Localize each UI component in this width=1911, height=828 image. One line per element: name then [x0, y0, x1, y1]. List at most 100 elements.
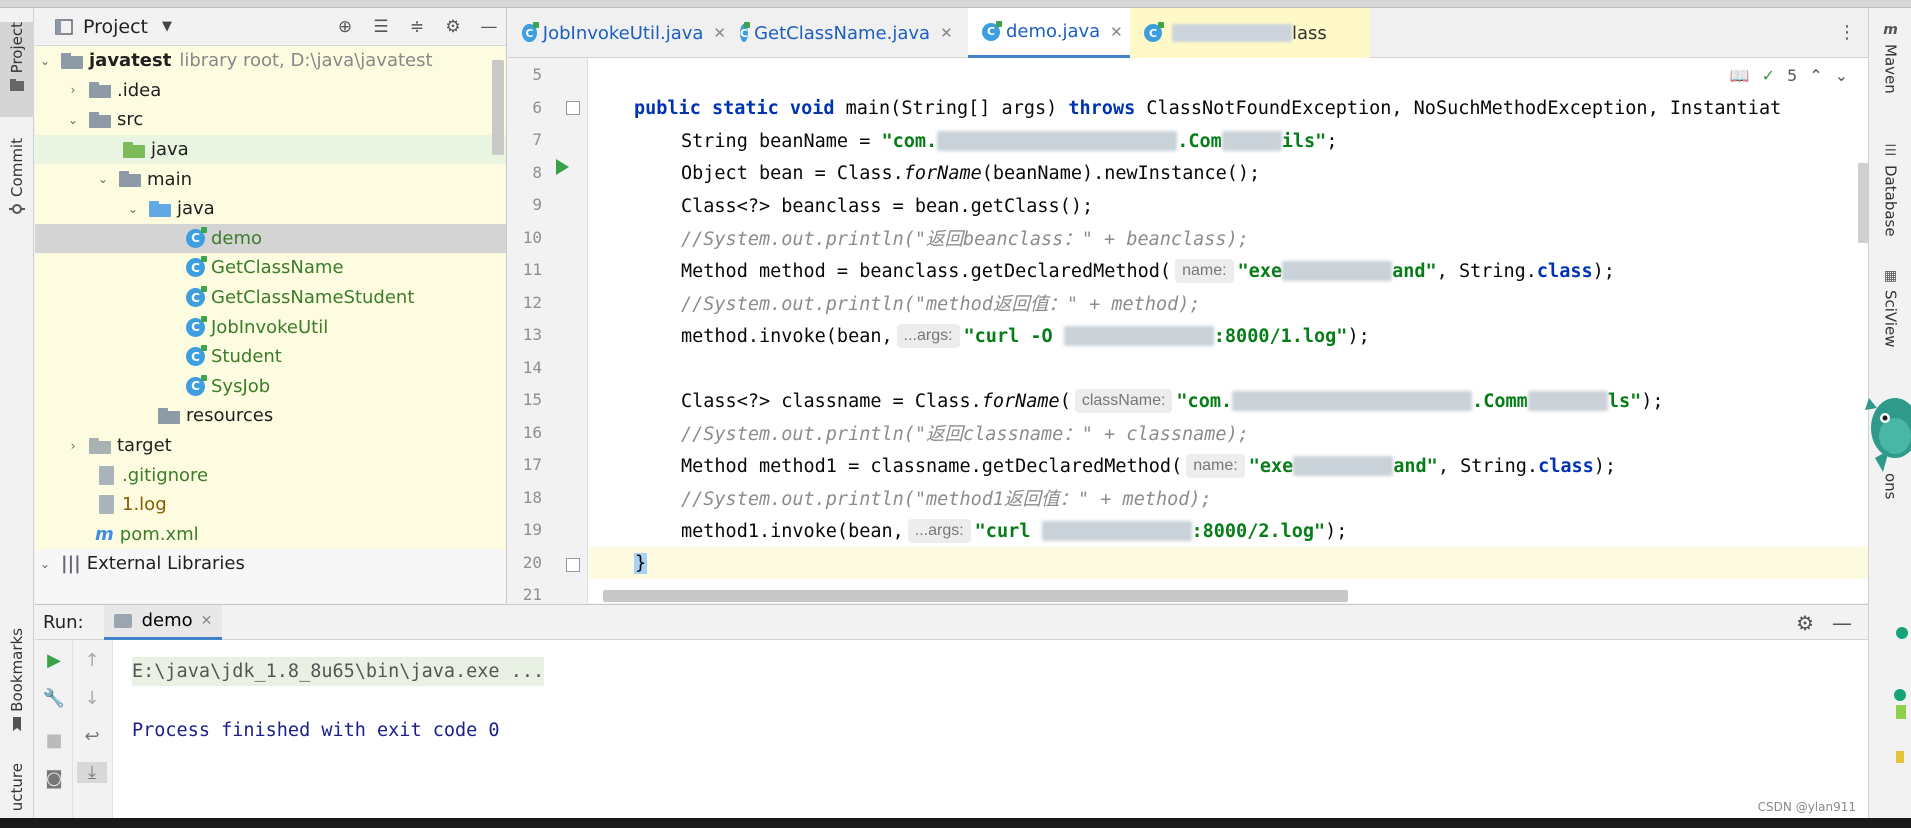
folder-icon [89, 111, 111, 128]
window-bottom-bar [0, 818, 1911, 828]
collapse-all-icon[interactable]: ≑ [406, 16, 428, 38]
tree-label: java [151, 139, 189, 161]
reader-mode-icon[interactable]: 📖 [1730, 66, 1750, 85]
chevron-down-icon[interactable]: ⌄ [37, 54, 53, 68]
tree-row-resources[interactable]: resources [35, 401, 506, 431]
more-icon[interactable]: ⋮ [1838, 22, 1856, 43]
chevron-down-icon[interactable]: ⌄ [1835, 66, 1848, 85]
code-token: ); [1325, 520, 1348, 542]
rerun-icon[interactable]: ▶ [35, 650, 73, 671]
tree-label: GetClassName [211, 257, 344, 279]
database-icon: ☰ [1884, 143, 1897, 159]
tree-row-idea[interactable]: › .idea [35, 75, 506, 106]
tree-row-student[interactable]: C Student [35, 342, 506, 372]
chevron-down-icon[interactable]: ⌄ [95, 172, 111, 186]
tree-row-jobinvokeutil[interactable]: C JobInvokeUtil [35, 312, 506, 342]
soft-wrap-icon[interactable]: ↩ [73, 726, 111, 747]
editor-tabs: C JobInvokeUtil.java ✕ C GetClassName.ja… [508, 8, 1868, 58]
tree-row-java-main[interactable]: ⌄ java [35, 194, 506, 224]
stop-icon[interactable]: ■ [35, 730, 73, 751]
code-editor: C JobInvokeUtil.java ✕ C GetClassName.ja… [508, 8, 1868, 604]
tree-row-java-test[interactable]: java [35, 134, 506, 165]
project-pane-title: Project [83, 15, 149, 38]
tree-row-pomxml[interactable]: m pom.xml [35, 519, 506, 550]
chevron-down-icon[interactable]: ⌄ [65, 113, 81, 127]
scroll-to-end-icon[interactable]: ⤓ [77, 762, 107, 783]
java-class-icon: C [522, 22, 539, 42]
tab-class-file[interactable]: C lass [1130, 8, 1370, 58]
chevron-down-icon[interactable]: ▼ [162, 19, 172, 34]
fold-marker-icon[interactable] [566, 558, 580, 572]
log-file-icon [99, 495, 114, 515]
expand-all-icon[interactable]: ☰ [370, 16, 392, 38]
code-area[interactable]: public static void main(String[] args) t… [589, 58, 1868, 603]
tab-getclassname[interactable]: C GetClassName.java ✕ [726, 8, 953, 58]
minimize-icon[interactable]: — [1832, 611, 1852, 635]
code-token: "exe [1237, 260, 1283, 282]
chevron-right-icon[interactable]: › [65, 83, 81, 97]
code-line-10: //System.out.println("返回beanclass：" + be… [681, 222, 1249, 254]
tree-row-demo[interactable]: C demo [35, 223, 506, 254]
tree-row-getclassnamestudent[interactable]: C GetClassNameStudent [35, 282, 506, 313]
arrow-down-icon[interactable]: ↓ [73, 688, 111, 709]
tree-row-sysjob[interactable]: C SysJob [35, 371, 506, 402]
line-number: 13 [522, 325, 542, 344]
commit-tool-tab[interactable]: Commit [0, 138, 34, 233]
chevron-down-icon[interactable]: ⌄ [37, 557, 53, 571]
tree-row-main[interactable]: ⌄ main [35, 164, 506, 194]
bookmarks-tool-tab[interactable]: Bookmarks [0, 628, 34, 743]
java-class-icon: C [186, 345, 207, 367]
structure-tool-tab[interactable]: ucture [0, 763, 34, 818]
tree-row-external-libraries[interactable]: ⌄ ||| External Libraries [35, 549, 506, 579]
gear-icon[interactable]: ⚙ [1796, 611, 1814, 635]
tab-run-demo[interactable]: demo ✕ [103, 604, 223, 640]
code-token: class [1538, 455, 1594, 477]
close-icon[interactable]: ✕ [940, 24, 953, 42]
sciview-tool-tab[interactable]: ▦ SciView [1869, 268, 1911, 348]
tree-row-target[interactable]: › target [35, 430, 506, 461]
line-number: 9 [532, 195, 542, 214]
param-hint: name: [1175, 259, 1234, 283]
tree-row-src[interactable]: ⌄ src [35, 105, 506, 135]
tree-row-gitignore[interactable]: .gitignore [35, 460, 506, 490]
console-output[interactable]: E:\java\jdk_1.8_8u65\bin\java.exe ... Pr… [114, 640, 1868, 819]
redacted-text [1527, 391, 1608, 411]
line-number: 14 [522, 358, 542, 377]
ide-window: Project Commit Bookmarks ucture Project … [0, 8, 1911, 819]
chevron-up-icon[interactable]: ⌃ [1809, 66, 1822, 85]
window-top-bar [0, 0, 1911, 8]
run-toolbar-primary: ▶ 🔧 ■ ◙ [35, 640, 73, 819]
run-window-header: Run: demo ✕ ⚙ — [35, 604, 1868, 640]
tree-row-1log[interactable]: 1.log [35, 490, 506, 520]
code-token: String beanName = [681, 130, 882, 152]
minimize-icon[interactable]: — [478, 16, 500, 38]
tree-row-getclassname[interactable]: C GetClassName [35, 253, 506, 283]
chevron-right-icon[interactable]: › [65, 439, 81, 453]
gear-icon[interactable]: ⚙ [442, 16, 464, 38]
wrench-icon[interactable]: 🔧 [35, 688, 73, 709]
maven-tool-tab[interactable]: m Maven [1869, 22, 1911, 94]
camera-icon[interactable]: ◙ [35, 768, 73, 789]
code-token: :8000/2.log" [1191, 520, 1326, 542]
chevron-down-icon[interactable]: ⌄ [125, 202, 141, 216]
arrow-up-icon[interactable]: ↑ [73, 650, 111, 671]
run-gutter-icon[interactable] [556, 159, 569, 175]
fold-marker-icon[interactable] [566, 101, 580, 115]
checkmark-icon[interactable]: ✓ [1762, 66, 1775, 85]
project-tool-tab[interactable]: Project [0, 22, 34, 117]
code-token: Class<?> classname = Class. [681, 390, 982, 412]
close-icon[interactable]: ✕ [713, 24, 726, 42]
tab-demo[interactable]: C demo.java ✕ [968, 8, 1130, 58]
code-token: (beanName).newInstance(); [981, 162, 1261, 184]
editor-horizontal-scrollbar[interactable] [603, 590, 1348, 602]
run-window-label: Run: [43, 611, 84, 633]
project-scrollbar[interactable] [492, 60, 504, 155]
editor-vertical-scrollbar[interactable] [1858, 163, 1868, 243]
line-number: 10 [522, 228, 542, 247]
close-icon[interactable]: ✕ [201, 613, 213, 629]
locate-icon[interactable]: ⊕ [334, 16, 356, 38]
database-tool-tab[interactable]: ☰ Database [1869, 143, 1911, 237]
close-icon[interactable]: ✕ [1110, 23, 1123, 41]
tree-row-javatest[interactable]: ⌄ javatest library root, D:\java\javates… [35, 46, 506, 76]
tab-jobinvokeutil[interactable]: C JobInvokeUtil.java ✕ [508, 8, 726, 58]
